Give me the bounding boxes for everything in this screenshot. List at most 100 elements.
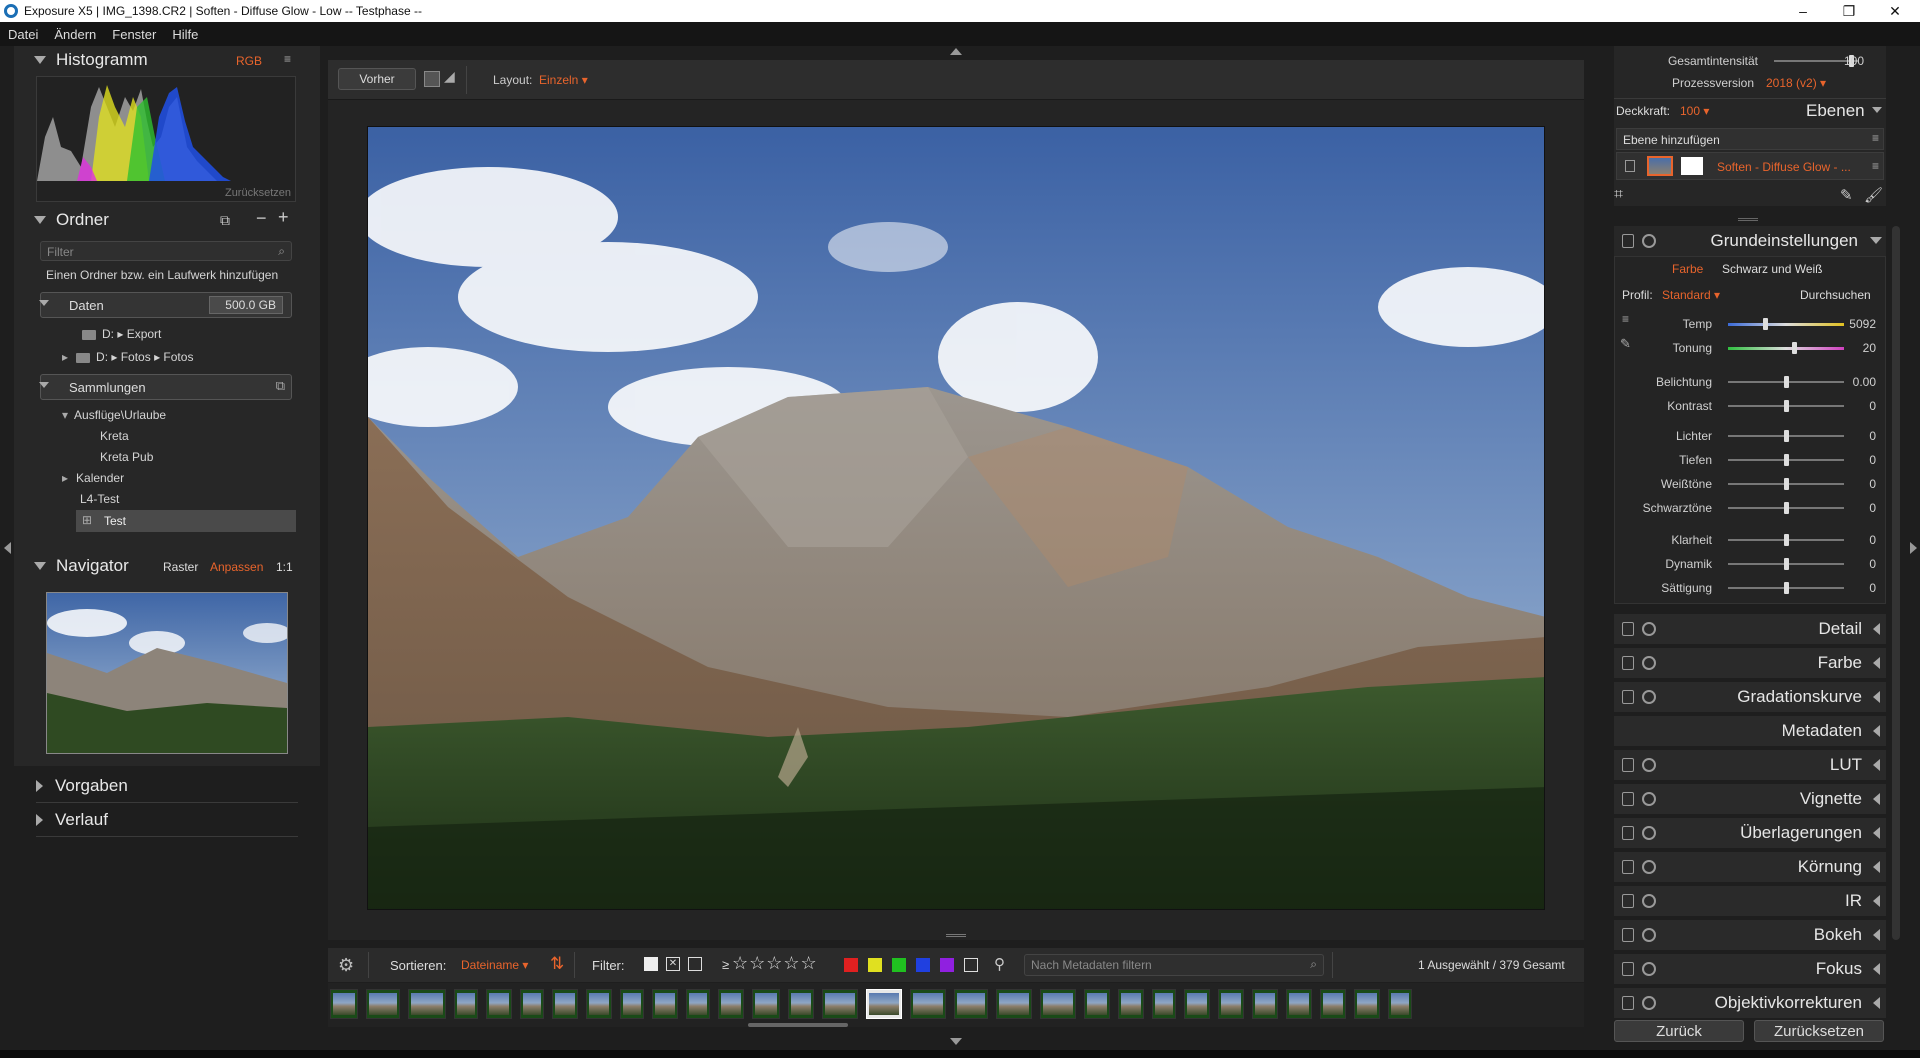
panel-toggle-icon[interactable] bbox=[1622, 758, 1634, 772]
gear-icon[interactable]: ⚙ bbox=[338, 955, 354, 976]
reset-icon[interactable] bbox=[1642, 928, 1656, 942]
histogram-header[interactable]: Histogramm bbox=[34, 50, 148, 70]
import-icon[interactable]: ⧉ bbox=[220, 212, 230, 229]
filmstrip-thumbnail[interactable] bbox=[1286, 989, 1312, 1019]
histogram-menu-icon[interactable]: ≡ bbox=[284, 52, 291, 66]
filmstrip-thumbnail[interactable] bbox=[1354, 989, 1380, 1019]
label-none-swatch[interactable] bbox=[964, 958, 978, 972]
label-yellow-swatch[interactable] bbox=[868, 958, 882, 972]
tool-icon[interactable]: ⚲ bbox=[994, 955, 1005, 973]
close-button[interactable]: ✕ bbox=[1872, 0, 1918, 22]
reset-icon[interactable] bbox=[1642, 894, 1656, 908]
history-header[interactable]: Verlauf bbox=[36, 810, 108, 830]
reset-icon[interactable] bbox=[1642, 690, 1656, 704]
label-green-swatch[interactable] bbox=[892, 958, 906, 972]
filmstrip-thumbnail[interactable] bbox=[954, 989, 988, 1019]
label-purple-swatch[interactable] bbox=[940, 958, 954, 972]
panel-toggle-icon[interactable] bbox=[1622, 894, 1634, 908]
menu-icon[interactable]: ≡ bbox=[1872, 131, 1879, 145]
label-blue-swatch[interactable] bbox=[916, 958, 930, 972]
filmstrip-thumbnail[interactable] bbox=[1118, 989, 1144, 1019]
rating-stars[interactable]: ☆☆☆☆☆ bbox=[732, 953, 818, 974]
slider-knob[interactable] bbox=[1784, 478, 1789, 490]
navigator-header[interactable]: Navigator bbox=[34, 556, 129, 576]
chevron-down-icon[interactable] bbox=[1872, 107, 1882, 113]
panel-farbe[interactable]: Farbe bbox=[1614, 648, 1886, 678]
slider-belichtung[interactable]: Belichtung 0.00 bbox=[1614, 372, 1886, 392]
filmstrip-thumbnail[interactable] bbox=[620, 989, 644, 1019]
filmstrip-scrollbar[interactable] bbox=[748, 1023, 848, 1027]
nav-raster[interactable]: Raster bbox=[163, 560, 198, 574]
slider-sättigung[interactable]: Sättigung 0 bbox=[1614, 578, 1886, 598]
process-dropdown[interactable]: 2018 (v2) ▾ bbox=[1766, 76, 1826, 90]
collection-add-icon[interactable]: ⧉ bbox=[276, 378, 285, 394]
flag-unflagged-icon[interactable] bbox=[688, 957, 702, 971]
filmstrip-thumbnail[interactable] bbox=[752, 989, 780, 1019]
left-panel-toggle-icon[interactable] bbox=[4, 542, 11, 554]
before-button[interactable]: Vorher bbox=[338, 68, 416, 90]
histogram-reset[interactable]: Zurücksetzen bbox=[225, 187, 291, 199]
reset-icon[interactable] bbox=[1642, 962, 1656, 976]
nav-fit[interactable]: Anpassen bbox=[210, 560, 263, 574]
panel-resize-grip[interactable] bbox=[1738, 218, 1758, 221]
reset-icon[interactable] bbox=[1642, 656, 1656, 670]
filmstrip-thumbnail[interactable] bbox=[718, 989, 744, 1019]
folder-export[interactable]: D: ▸ Export bbox=[82, 327, 161, 341]
back-button[interactable]: Zurück bbox=[1614, 1020, 1744, 1042]
right-panel-scrollbar[interactable] bbox=[1892, 226, 1900, 940]
reset-icon[interactable] bbox=[1642, 758, 1656, 772]
panel-toggle-icon[interactable] bbox=[1622, 860, 1634, 874]
collection-kalender[interactable]: ▸ Kalender bbox=[62, 471, 124, 485]
filmstrip-thumbnail[interactable] bbox=[366, 989, 400, 1019]
compare-square-icon[interactable] bbox=[424, 71, 440, 87]
panel-lut[interactable]: LUT bbox=[1614, 750, 1886, 780]
browse-profiles[interactable]: Durchsuchen bbox=[1800, 288, 1871, 302]
slider-klarheit[interactable]: Klarheit 0 bbox=[1614, 530, 1886, 550]
filmstrip-thumbnail[interactable] bbox=[866, 989, 902, 1019]
slider-weißtöne[interactable]: Weißtöne 0 bbox=[1614, 474, 1886, 494]
panel-körnung[interactable]: Körnung bbox=[1614, 852, 1886, 882]
slider-tiefen[interactable]: Tiefen 0 bbox=[1614, 450, 1886, 470]
intensity-slider[interactable]: Gesamtintensität 100 bbox=[1614, 51, 1886, 71]
histogram-mode[interactable]: RGB bbox=[236, 54, 262, 68]
menu-icon[interactable]: ≡ bbox=[1872, 159, 1879, 173]
filmstrip-thumbnail[interactable] bbox=[1084, 989, 1110, 1019]
panel-metadaten[interactable]: Metadaten bbox=[1614, 716, 1886, 746]
panel-vignette[interactable]: Vignette bbox=[1614, 784, 1886, 814]
maximize-button[interactable]: ❐ bbox=[1826, 0, 1872, 22]
sort-dropdown[interactable]: Dateiname ▾ bbox=[461, 958, 528, 972]
filmstrip-thumbnail[interactable] bbox=[788, 989, 814, 1019]
reset-icon[interactable] bbox=[1642, 622, 1656, 636]
slider-knob[interactable] bbox=[1784, 502, 1789, 514]
panel-toggle-icon[interactable] bbox=[1622, 234, 1634, 248]
pen-icon[interactable]: ✎ bbox=[1840, 186, 1853, 204]
panel-toggle-icon[interactable] bbox=[1622, 792, 1634, 806]
layer-row[interactable]: Soften - Diffuse Glow - ... ≡ bbox=[1616, 152, 1884, 180]
flag-white-icon[interactable] bbox=[644, 957, 658, 971]
filmstrip-thumbnail[interactable] bbox=[910, 989, 946, 1019]
slider-knob[interactable] bbox=[1784, 534, 1789, 546]
filmstrip-thumbnail[interactable] bbox=[686, 989, 710, 1019]
panel-ir[interactable]: IR bbox=[1614, 886, 1886, 916]
panel-fokus[interactable]: Fokus bbox=[1614, 954, 1886, 984]
filmstrip-thumbnail[interactable] bbox=[486, 989, 512, 1019]
panel-gradationskurve[interactable]: Gradationskurve bbox=[1614, 682, 1886, 712]
filmstrip-thumbnail[interactable] bbox=[1252, 989, 1278, 1019]
filmstrip-thumbnail[interactable] bbox=[1388, 989, 1412, 1019]
slider-temp[interactable]: Temp 5092 bbox=[1614, 314, 1886, 334]
crop-icon[interactable]: ⌗ bbox=[1614, 186, 1623, 204]
filmstrip-thumbnail[interactable] bbox=[1218, 989, 1244, 1019]
reset-button[interactable]: Zurücksetzen bbox=[1754, 1020, 1884, 1042]
collections-row[interactable]: Sammlungen ⧉ bbox=[39, 374, 292, 400]
filmstrip-thumbnail[interactable] bbox=[520, 989, 544, 1019]
collection-l4-test[interactable]: L4-Test bbox=[80, 492, 119, 506]
slider-knob[interactable] bbox=[1784, 454, 1789, 466]
slider-knob[interactable] bbox=[1784, 558, 1789, 570]
process-version[interactable]: Prozessversion 2018 (v2) ▾ bbox=[1614, 73, 1886, 93]
right-panel-toggle-icon[interactable] bbox=[1910, 542, 1917, 554]
slider-knob[interactable] bbox=[1792, 342, 1797, 354]
slider-knob[interactable] bbox=[1784, 430, 1789, 442]
filmstrip-resize-grip[interactable] bbox=[946, 934, 966, 937]
filmstrip-thumbnail[interactable] bbox=[652, 989, 678, 1019]
filmstrip-thumbnail[interactable] bbox=[1152, 989, 1176, 1019]
